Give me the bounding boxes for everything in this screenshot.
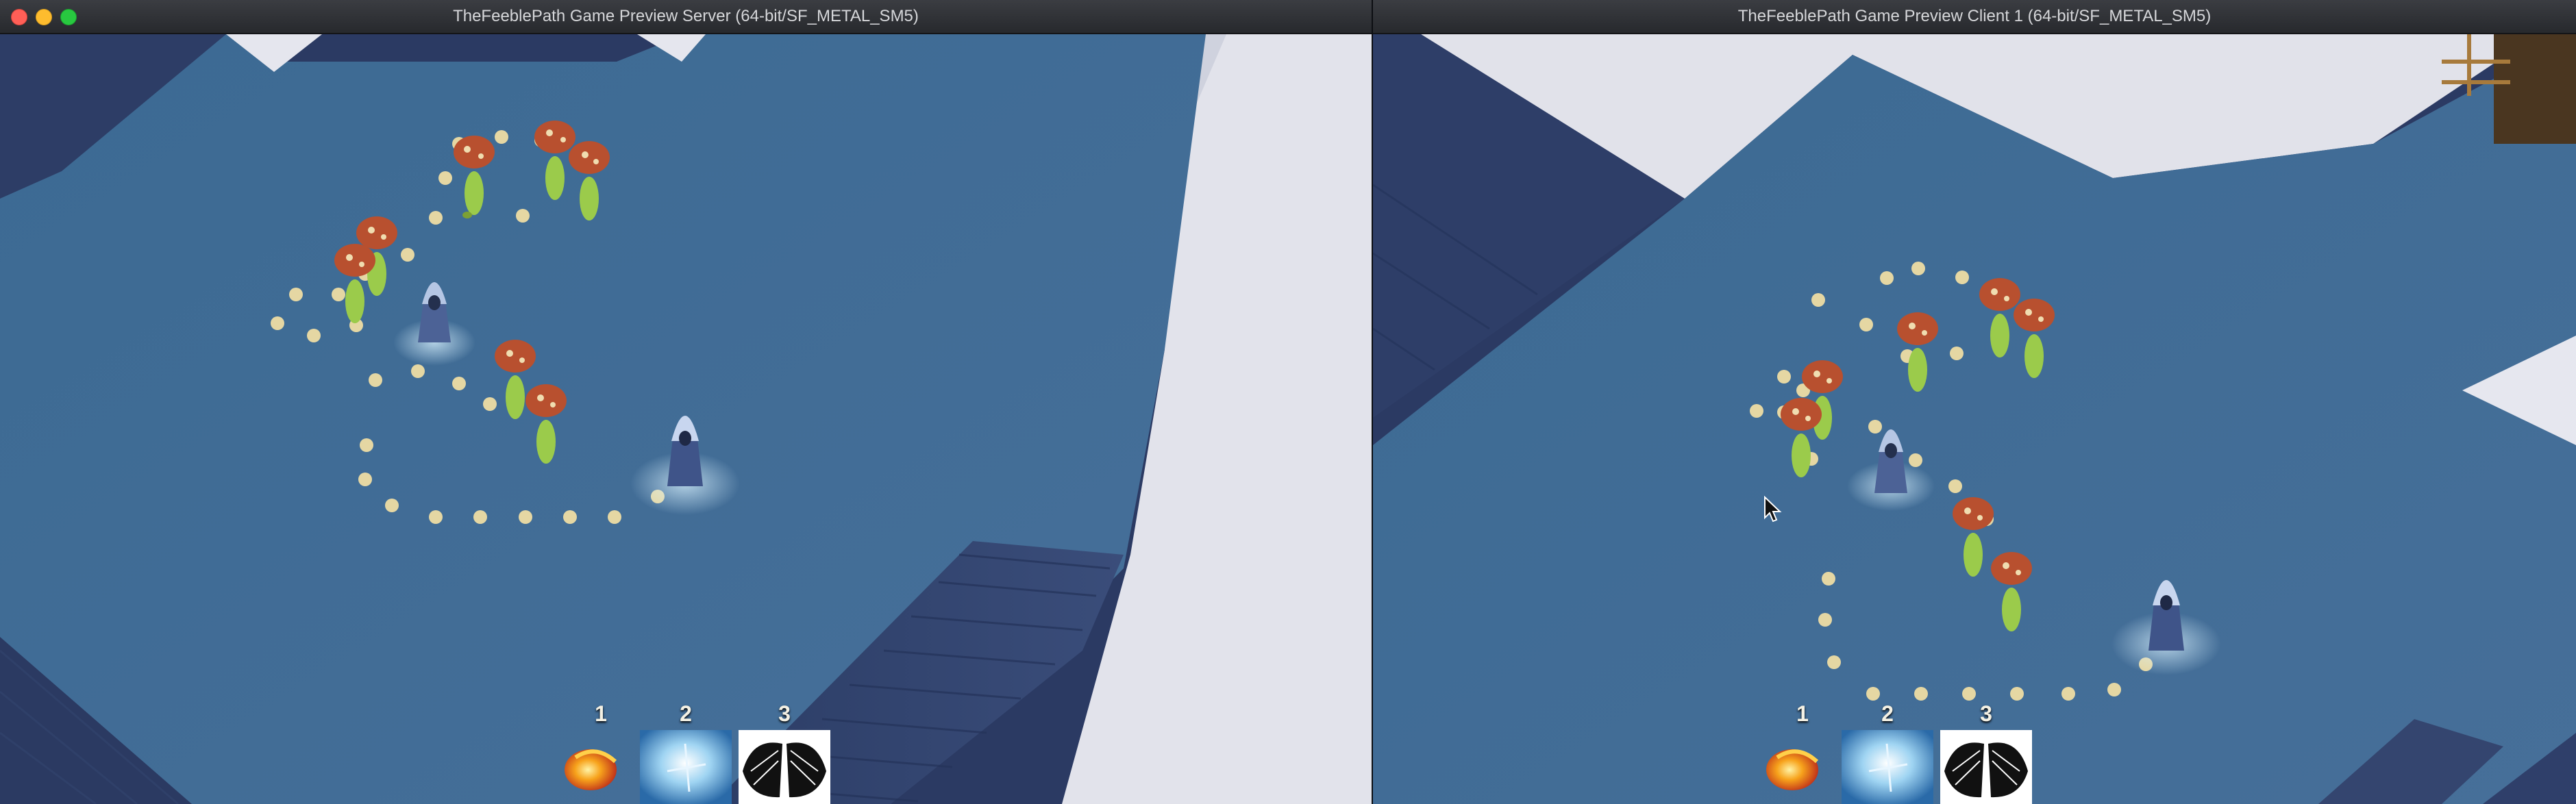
- ability-key-label: 2: [1881, 701, 1894, 726]
- close-button[interactable]: [11, 9, 27, 25]
- ability-slot-1[interactable]: 1: [555, 701, 647, 804]
- server-titlebar[interactable]: TheFeeblePath Game Preview Server (64-bi…: [0, 0, 1372, 34]
- client-titlebar[interactable]: TheFeeblePath Game Preview Client 1 (64-…: [1373, 0, 2576, 34]
- zoom-button[interactable]: [60, 9, 77, 25]
- ability-slot-2[interactable]: 2: [640, 701, 732, 804]
- client-window-title: TheFeeblePath Game Preview Client 1 (64-…: [1737, 7, 2212, 25]
- client-window: TheFeeblePath Game Preview Client 1 (64-…: [1373, 0, 2576, 804]
- frost-icon: [1842, 730, 1933, 804]
- server-game-viewport[interactable]: 1 2 3: [0, 34, 1372, 804]
- ability-slot-2[interactable]: 2: [1842, 701, 1933, 804]
- ability-slot-3[interactable]: 3: [739, 701, 830, 804]
- wooden-door: [2494, 34, 2576, 144]
- ability-slot-1[interactable]: 1: [1757, 701, 1848, 804]
- server-window: TheFeeblePath Game Preview Server (64-bi…: [0, 0, 1372, 804]
- minimize-button[interactable]: [36, 9, 52, 25]
- server-window-title: TheFeeblePath Game Preview Server (64-bi…: [453, 7, 919, 25]
- ability-hotbar: 1 2 3: [555, 701, 830, 804]
- wings-icon: [1940, 730, 2032, 804]
- ability-key-label: 3: [1980, 701, 1992, 726]
- ability-key-label: 2: [680, 701, 692, 726]
- ability-slot-3[interactable]: 3: [1940, 701, 2032, 804]
- ability-key-label: 1: [1796, 701, 1809, 726]
- server-scene: [0, 34, 1372, 804]
- frost-icon: [640, 730, 732, 804]
- ability-key-label: 3: [778, 701, 791, 726]
- wings-icon: [739, 730, 830, 804]
- fireball-icon: [565, 749, 617, 790]
- client-game-viewport[interactable]: 1 2 3: [1373, 34, 2576, 804]
- client-scene: [1373, 34, 2576, 804]
- ability-key-label: 1: [595, 701, 607, 726]
- mouse-cursor-icon: [1764, 496, 1782, 523]
- fireball-icon: [1766, 749, 1819, 790]
- ability-hotbar: 1 2 3: [1757, 701, 2032, 804]
